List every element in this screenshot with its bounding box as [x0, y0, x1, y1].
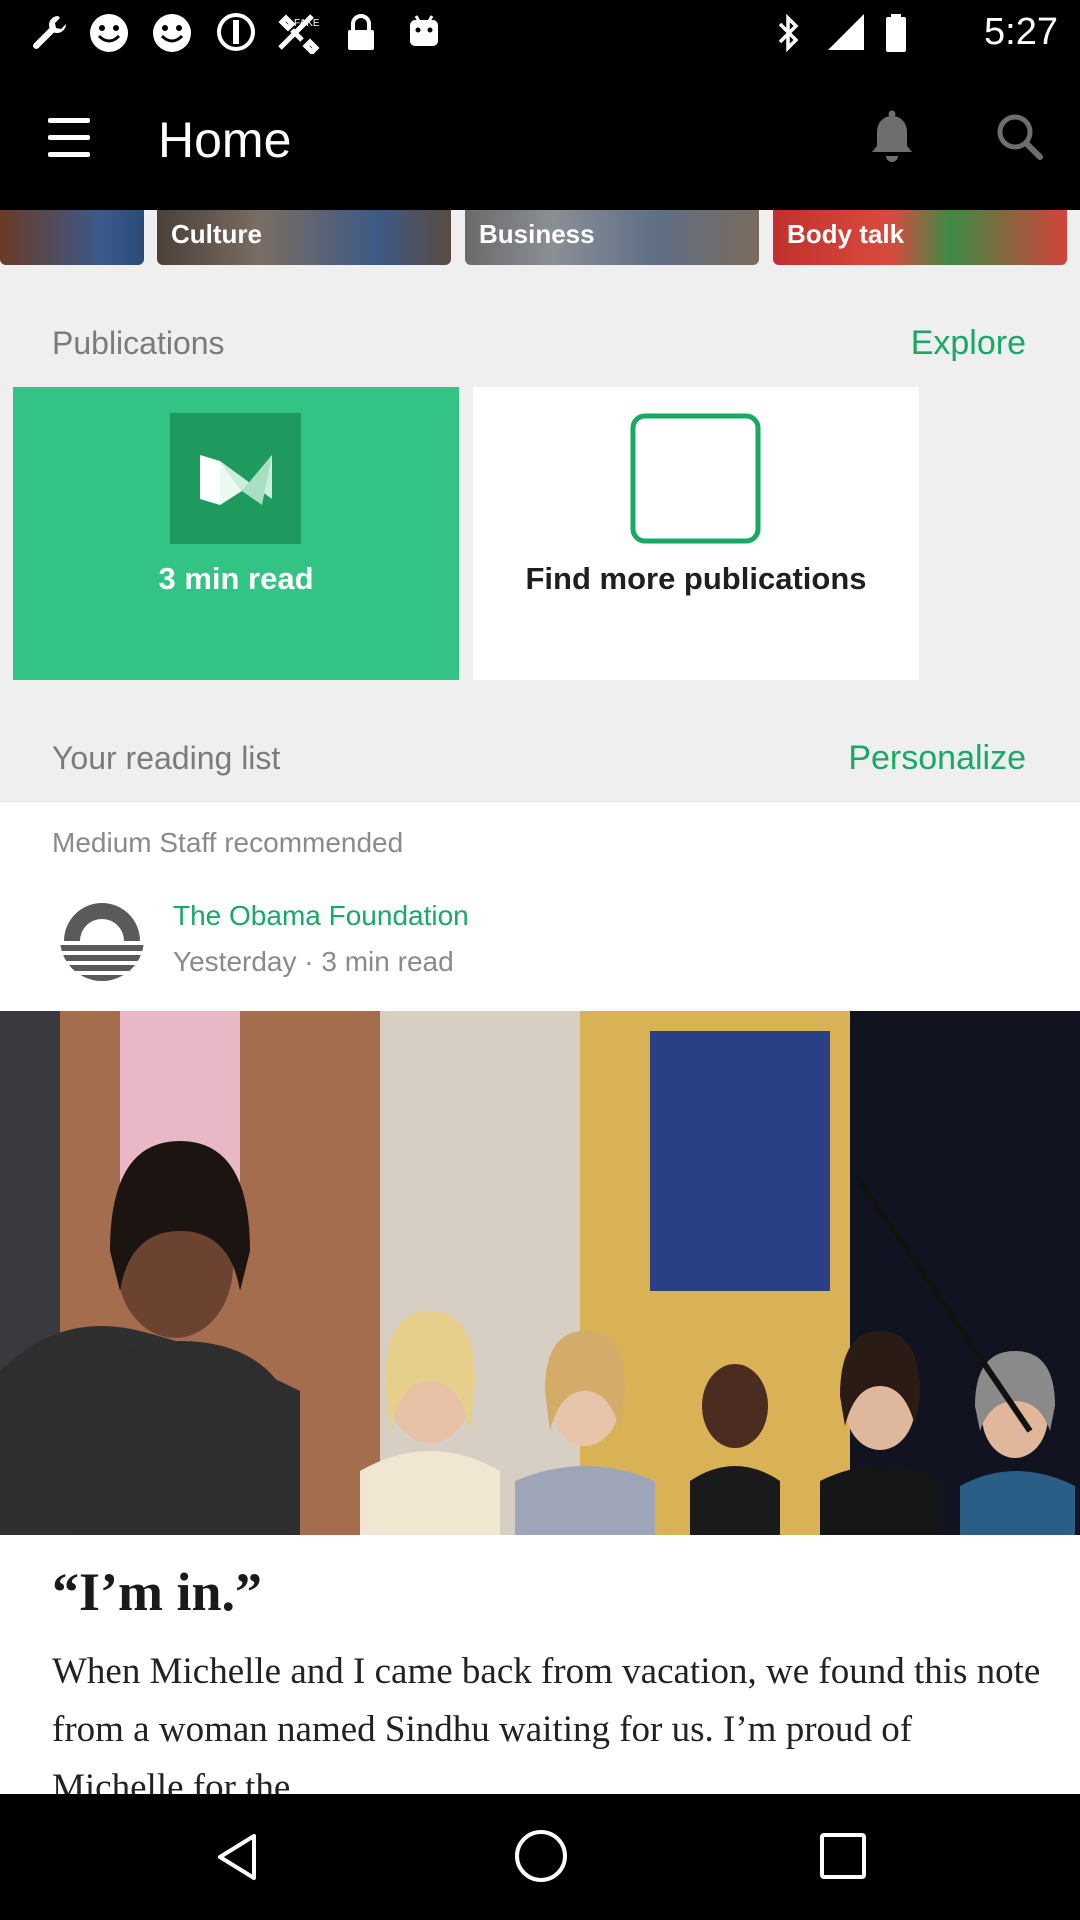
search-icon[interactable] — [990, 106, 1050, 170]
smiley-icon — [151, 12, 193, 64]
bluetooth-icon — [774, 12, 804, 64]
status-bar: FAKE 5:27 — [0, 0, 1080, 66]
app-bar: Home — [0, 66, 1080, 210]
bell-icon[interactable] — [862, 106, 922, 170]
post-excerpt[interactable]: “I’m in.” When Michelle and I came back … — [0, 1535, 1080, 1794]
fake-gps-icon: FAKE — [276, 12, 322, 64]
recents-icon[interactable] — [818, 1831, 868, 1881]
obama-foundation-logo-icon[interactable] — [60, 897, 144, 981]
empty-box-icon — [630, 413, 761, 544]
topic-label: Business — [479, 219, 595, 249]
do-not-disturb-icon — [216, 12, 256, 62]
publication-card-label: Find more publications — [525, 561, 867, 596]
post-card[interactable]: Medium Staff recommended The Obama Found… — [0, 801, 1080, 1012]
topic-label: Culture — [171, 219, 262, 249]
author-name[interactable]: The Obama Foundation — [173, 899, 469, 933]
topic-chip-body-talk[interactable]: Body talk — [773, 210, 1067, 265]
svg-text:FAKE: FAKE — [294, 18, 320, 29]
publication-card-find-more[interactable]: Find more publications — [473, 387, 919, 680]
status-time: 5:27 — [984, 11, 1058, 53]
wrench-icon — [28, 12, 70, 64]
topic-label: Body talk — [787, 219, 905, 249]
post-title: “I’m in.” — [52, 1562, 263, 1622]
home-icon[interactable] — [512, 1827, 570, 1885]
topic-chip-culture[interactable]: Culture — [157, 210, 451, 265]
recommended-by-label: Medium Staff recommended — [52, 827, 404, 858]
topic-carousel: Culture Business Body talk — [0, 210, 1080, 266]
android-icon — [404, 12, 444, 62]
publications-heading: Publications — [52, 325, 225, 361]
back-icon[interactable] — [210, 1830, 264, 1884]
topic-chip-business[interactable]: Business — [465, 210, 759, 265]
medium-logo-icon — [170, 413, 301, 544]
publication-card-label: 3 min read — [158, 561, 314, 596]
reading-list-heading: Your reading list — [52, 740, 281, 776]
battery-icon — [884, 12, 908, 64]
lock-icon — [344, 12, 378, 64]
explore-link[interactable]: Explore — [911, 323, 1026, 363]
post-hero-image[interactable] — [0, 1011, 1080, 1535]
post-body: When Michelle and I came back from vacat… — [52, 1651, 1041, 1794]
menu-icon[interactable] — [40, 112, 98, 164]
personalize-link[interactable]: Personalize — [848, 738, 1026, 778]
system-nav-bar — [0, 1794, 1080, 1920]
smiley-icon — [88, 12, 130, 64]
topic-chip[interactable] — [0, 210, 144, 265]
post-meta: Yesterday · 3 min read — [173, 946, 454, 977]
publication-card-medium[interactable]: 3 min read — [13, 387, 459, 680]
signal-icon — [826, 12, 866, 62]
page-title: Home — [158, 112, 292, 168]
